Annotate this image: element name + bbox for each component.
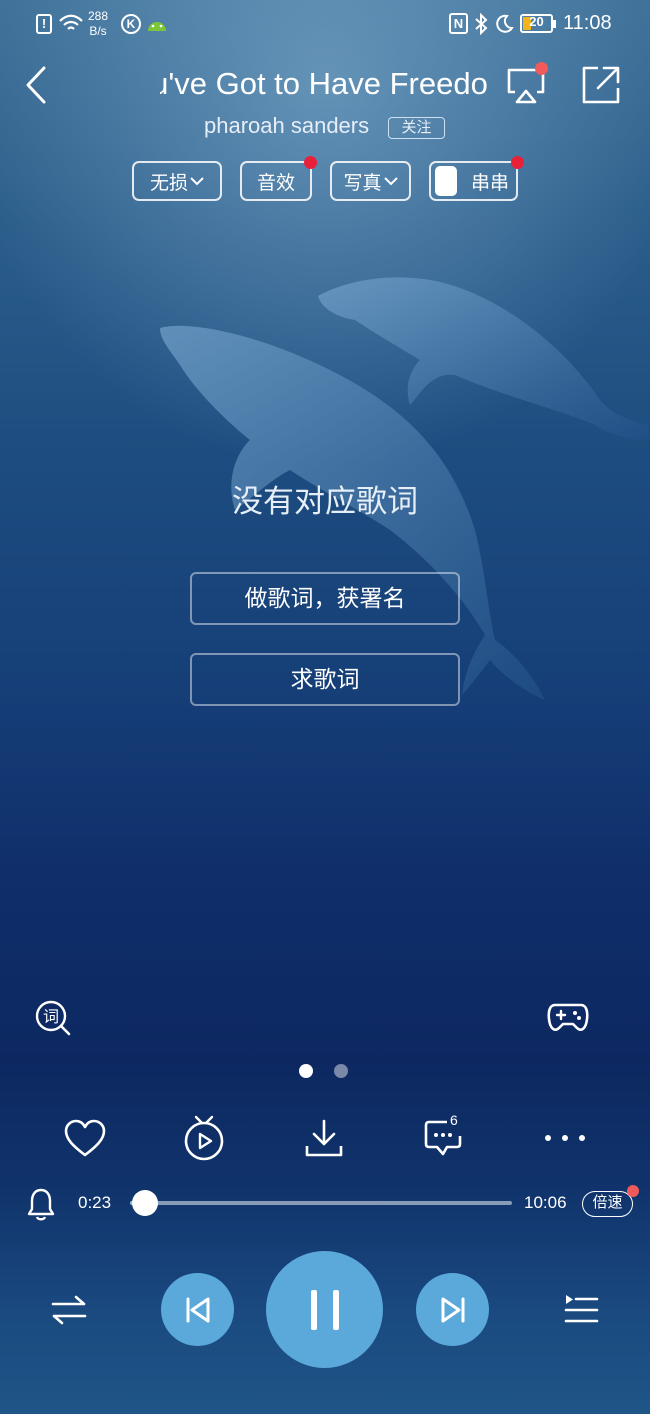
chevron-down-icon [190, 177, 204, 186]
status-time: 11:08 [563, 12, 612, 34]
svg-text:词: 词 [43, 1007, 59, 1026]
alert-icon: ! [36, 14, 52, 34]
speed-label: 倍速 [592, 1194, 623, 1211]
progress-thumb[interactable] [131, 1190, 158, 1216]
lyrics-search-icon: 词 [35, 1000, 71, 1036]
portrait-chip[interactable]: 写真 [330, 161, 411, 201]
portrait-chip-label: 写真 [343, 172, 382, 194]
bell-icon[interactable] [26, 1186, 56, 1222]
chuanchuan-chip-label: 串串 [471, 172, 510, 194]
playlist-icon[interactable] [562, 1292, 600, 1326]
status-bar: ! 288 B/s K N 20 11:08 [0, 0, 650, 50]
pager-dot-active[interactable] [299, 1064, 313, 1078]
pause-icon [310, 1289, 339, 1330]
chevron-down-icon [383, 177, 398, 186]
previous-icon [186, 1297, 209, 1322]
progress-bar[interactable] [130, 1190, 512, 1216]
play-pause-button[interactable] [266, 1251, 383, 1368]
battery-level: 20 [529, 14, 544, 29]
chuanchuan-chip[interactable]: 串串 [429, 156, 524, 201]
network-speed-value: 288 [88, 9, 109, 23]
speed-button[interactable]: 倍速 [582, 1185, 639, 1217]
chuanchuan-toggle[interactable] [435, 166, 457, 196]
elapsed-time: 0:23 [78, 1193, 112, 1212]
mv-tv-icon[interactable] [182, 1115, 226, 1161]
wifi-icon [59, 14, 83, 30]
make-lyrics-button[interactable]: 做歌词，获署名 [190, 572, 460, 625]
cast-badge [535, 62, 548, 75]
shuffle-order-icon[interactable] [50, 1295, 88, 1325]
song-title: You've Got to Have Freedom [160, 66, 490, 101]
previous-button[interactable] [161, 1273, 234, 1346]
cast-button[interactable] [505, 62, 548, 106]
android-icon [148, 22, 166, 31]
quality-chip[interactable]: 无损 [132, 161, 222, 201]
next-icon [441, 1297, 464, 1322]
battery-icon: 20 [520, 14, 556, 33]
pager-dot[interactable] [334, 1064, 348, 1078]
speed-badge [627, 1185, 639, 1197]
artist-name[interactable]: pharoah sanders [204, 113, 369, 139]
gamepad-icon[interactable] [547, 1001, 589, 1035]
lyrics-search-button[interactable]: 词 [34, 999, 71, 1036]
moon-icon [496, 14, 514, 33]
comment-count-badge: 6 [450, 1112, 458, 1128]
request-lyrics-button[interactable]: 求歌词 [190, 653, 460, 706]
k-app-icon: K [121, 14, 141, 34]
nfc-icon: N [449, 13, 468, 34]
effects-chip[interactable]: 音效 [240, 156, 317, 201]
follow-button[interactable]: 关注 [388, 117, 445, 139]
quality-chip-label: 无损 [149, 172, 188, 194]
comments-button[interactable]: 6 [423, 1112, 469, 1160]
bluetooth-icon [475, 13, 488, 35]
back-icon[interactable] [24, 66, 48, 104]
duration-time: 10:06 [524, 1193, 567, 1212]
no-lyrics-message: 没有对应歌词 [232, 484, 418, 519]
next-button[interactable] [416, 1273, 489, 1346]
more-icon[interactable] [543, 1133, 587, 1143]
effects-chip-label: 音效 [256, 172, 295, 194]
like-heart-icon[interactable] [63, 1119, 107, 1159]
effects-badge [304, 156, 317, 169]
network-speed: 288 B/s [88, 9, 108, 39]
download-icon[interactable] [303, 1118, 345, 1158]
network-speed-unit: B/s [89, 24, 107, 38]
song-title-marquee: You've Got to Have Freedom [160, 62, 490, 106]
chuanchuan-badge [511, 156, 524, 169]
share-icon[interactable] [580, 64, 622, 106]
